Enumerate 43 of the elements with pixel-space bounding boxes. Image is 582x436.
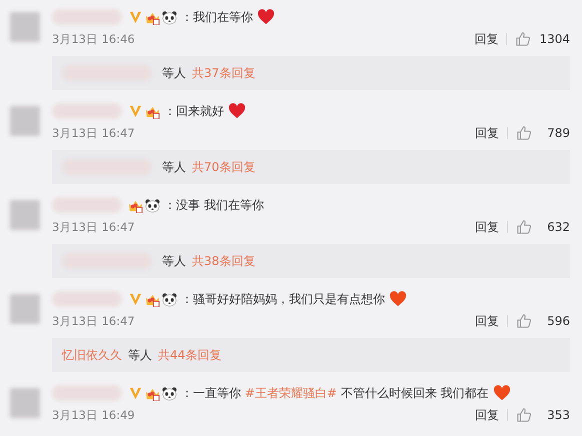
view-replies-link[interactable]: 共37条回复 xyxy=(192,64,256,82)
thumbs-up-icon[interactable] xyxy=(516,407,532,423)
reply-summary-text: 等人 xyxy=(128,346,152,364)
reply-summary-text: 等人 xyxy=(162,64,186,82)
verified-v-icon xyxy=(128,104,143,118)
comment-text: ：回来就好 xyxy=(164,102,224,120)
comment-time: 3月13日 16:47 xyxy=(52,126,135,140)
like-count: 789 xyxy=(546,126,570,140)
view-replies-link[interactable]: 共70条回复 xyxy=(192,158,256,176)
thumbs-up-icon[interactable] xyxy=(515,31,532,47)
reply-link[interactable]: 回复 xyxy=(474,30,498,48)
like-count: 1304 xyxy=(539,32,570,46)
panda-icon xyxy=(162,10,177,24)
comment-text: ：骚哥好好陪妈妈，我们只是有点想你 xyxy=(181,290,385,308)
replier-name-link[interactable]: 忆旧依久久 xyxy=(62,346,122,364)
like-count: 353 xyxy=(546,408,570,422)
panda-icon xyxy=(145,198,160,212)
comment-text: ：一直等你 #王者荣耀骚白# 不管什么时候回来 我们都在 xyxy=(181,384,489,402)
verified-v-icon xyxy=(128,10,143,24)
reply-link[interactable]: 回复 xyxy=(475,124,499,142)
comment-time: 3月13日 16:47 xyxy=(52,314,135,328)
comment-time: 3月13日 16:49 xyxy=(52,408,135,422)
like-count: 632 xyxy=(546,220,570,234)
comment-time: 3月13日 16:46 xyxy=(52,32,135,46)
comment-text: ：我们在等你 xyxy=(181,8,253,26)
reply-summary-text: 等人 xyxy=(162,158,186,176)
verified-v-icon xyxy=(128,386,143,400)
hashtag-link[interactable]: #王者荣耀骚白# xyxy=(244,386,337,400)
verified-v-icon xyxy=(128,292,143,306)
thumbs-up-icon[interactable] xyxy=(516,219,532,235)
reply-summary-text: 等人 xyxy=(162,252,186,270)
reply-link[interactable]: 回复 xyxy=(475,312,499,330)
panda-icon xyxy=(162,386,177,400)
panda-icon xyxy=(162,292,177,306)
view-replies-link[interactable]: 共38条回复 xyxy=(192,252,256,270)
view-replies-link[interactable]: 共44条回复 xyxy=(158,346,222,364)
thumbs-up-icon[interactable] xyxy=(516,313,532,329)
reply-link[interactable]: 回复 xyxy=(475,406,499,424)
comment-time: 3月13日 16:47 xyxy=(52,220,135,234)
like-count: 596 xyxy=(546,314,570,328)
thumbs-up-icon[interactable] xyxy=(516,125,532,141)
comment-text: ：没事 我们在等你 xyxy=(164,196,264,214)
reply-link[interactable]: 回复 xyxy=(475,218,499,236)
